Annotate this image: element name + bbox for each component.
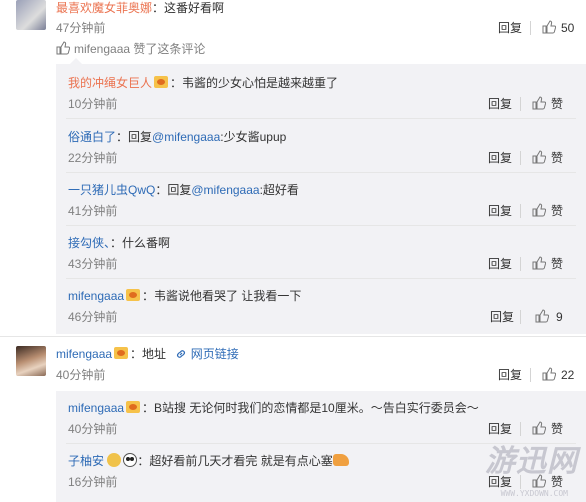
link-icon (177, 350, 186, 358)
reply-time: 10分钟前 (68, 97, 118, 111)
reply-body: mifengaaa ：B站搜 无论何时我们的恋情都是10厘米。～告白实行委员会～ (68, 401, 479, 415)
thumbs-up-icon[interactable] (532, 421, 546, 435)
vip-badge-icon (126, 289, 141, 301)
reply-user[interactable]: mifengaaa (68, 289, 124, 303)
reply-button[interactable]: 回复 (488, 150, 512, 166)
comment-time: 40分钟前 (56, 368, 106, 382)
reply-button[interactable]: 回复 (488, 203, 512, 219)
praise-hands-icon (332, 454, 349, 466)
avatar[interactable] (16, 346, 46, 376)
reply-time: 46分钟前 (68, 310, 118, 324)
thumbs-up-icon[interactable] (532, 96, 546, 110)
reply-button[interactable]: 回复 (488, 256, 512, 272)
divider (66, 278, 576, 279)
cool-face-icon (107, 453, 122, 467)
divider (520, 422, 521, 436)
like-button[interactable]: 赞 (551, 421, 563, 437)
divider (520, 257, 521, 271)
divider (530, 368, 531, 382)
like-button[interactable]: 赞 (551, 150, 563, 166)
comment-time: 47分钟前 (56, 21, 106, 35)
mention-link[interactable]: @mifengaaa (191, 183, 259, 197)
thumbs-up-icon[interactable] (532, 256, 546, 270)
reply-button[interactable]: 回复 (490, 309, 514, 325)
reply-user[interactable]: 俗通白了 (68, 130, 116, 144)
like-count: 50 (561, 21, 575, 35)
reply-body: 我的冲绳女巨人 ：韦酱的少女心怕是越来越重了 (68, 76, 339, 90)
vip-badge-icon (154, 76, 169, 88)
reply-button[interactable]: 回复 (498, 20, 522, 36)
vip-badge-icon (126, 401, 141, 413)
reply-time: 40分钟前 (68, 422, 118, 436)
comment-user[interactable]: 最喜欢魔女菲奥娜 (56, 1, 152, 15)
vip-badge-icon (114, 347, 129, 359)
panda-icon (123, 453, 138, 467)
reply-body: 子柚安 ：超好看前几天才看完 就是有点心塞 (68, 453, 349, 469)
divider (520, 151, 521, 165)
divider (520, 310, 521, 324)
thumbs-up-icon[interactable] (532, 150, 546, 164)
avatar[interactable] (16, 0, 46, 30)
comment-body: mifengaaa ：地址 网页链接 (56, 347, 239, 361)
watermark: 游迅网 (485, 444, 578, 479)
reply-time: 22分钟前 (68, 151, 118, 165)
divider (66, 118, 576, 119)
reply-time: 43分钟前 (68, 257, 118, 271)
like-button[interactable]: 赞 (551, 256, 563, 272)
thumbs-up-icon[interactable] (542, 367, 556, 381)
divider (0, 336, 586, 337)
reply-body: 接勾侠、：什么番啊 (68, 236, 171, 250)
like-button[interactable]: 赞 (551, 96, 563, 112)
mention-link[interactable]: @mifengaaa (152, 130, 220, 144)
reply-body: 一只猪儿虫QwQ：回复@mifengaaa:超好看 (68, 183, 299, 197)
divider (530, 21, 531, 35)
thumbs-up-icon[interactable] (535, 309, 549, 323)
thumbs-up-icon (56, 41, 70, 55)
reply-user[interactable]: 我的冲绳女巨人 (68, 76, 152, 90)
liked-by-notice: mifengaaa 赞了这条评论 (74, 42, 206, 56)
thumbs-up-icon[interactable] (542, 20, 556, 34)
reply-user[interactable]: 接勾侠、 (68, 236, 110, 250)
like-button[interactable]: 赞 (551, 203, 563, 219)
like-count: 22 (561, 368, 575, 382)
watermark-url: WWW.YXDOWN.COM (500, 489, 568, 498)
divider (66, 225, 576, 226)
reply-user[interactable]: 一只猪儿虫QwQ (68, 183, 155, 197)
divider (520, 204, 521, 218)
comment-user[interactable]: mifengaaa (56, 347, 112, 361)
reply-button[interactable]: 回复 (488, 421, 512, 437)
like-count: 9 (556, 310, 563, 324)
comment-body: 最喜欢魔女菲奥娜：这番好看啊 (56, 0, 224, 16)
reply-time: 16分钟前 (68, 475, 118, 489)
reply-body: mifengaaa ：韦酱说他看哭了 让我看一下 (68, 289, 302, 303)
reply-button[interactable]: 回复 (488, 96, 512, 112)
divider (520, 97, 521, 111)
reply-time: 41分钟前 (68, 204, 118, 218)
reply-user[interactable]: mifengaaa (68, 401, 124, 415)
comment-text: ：这番好看啊 (152, 1, 225, 15)
reply-user[interactable]: 子柚安 (68, 454, 104, 468)
liked-by-user[interactable]: mifengaaa (74, 42, 130, 56)
thumbs-up-icon[interactable] (532, 203, 546, 217)
reply-button[interactable]: 回复 (498, 367, 522, 383)
web-link[interactable]: 网页链接 (191, 347, 239, 361)
reply-body: 俗通白了：回复@mifengaaa:少女酱upup (68, 130, 287, 144)
divider (66, 172, 576, 173)
